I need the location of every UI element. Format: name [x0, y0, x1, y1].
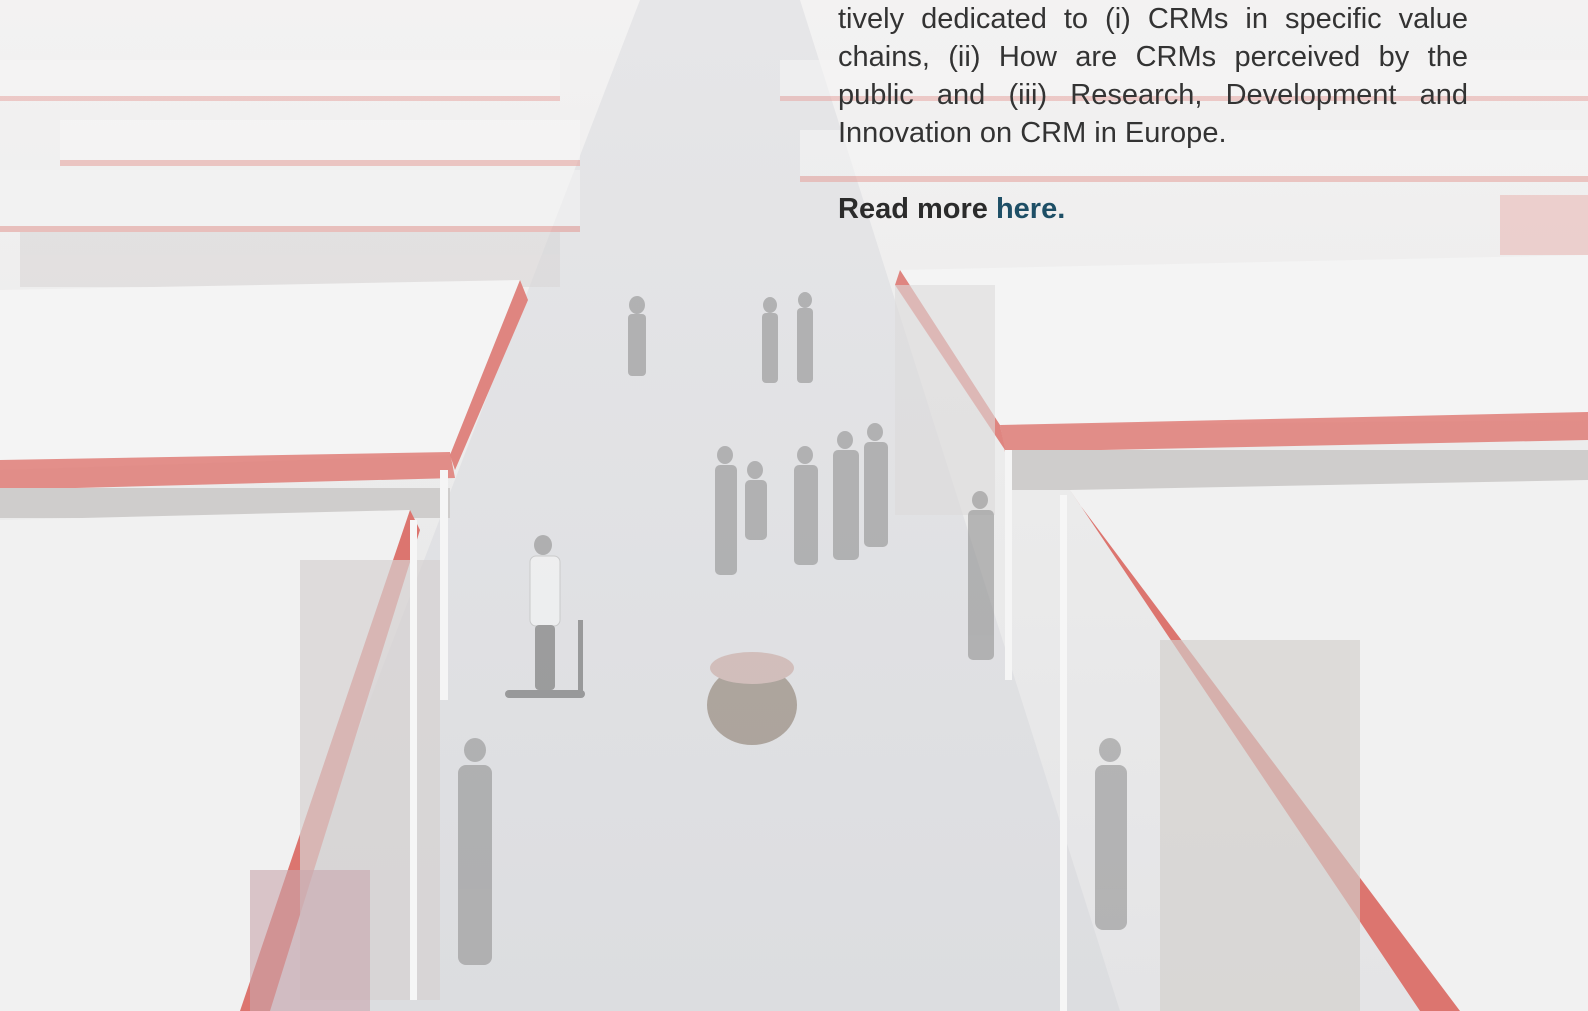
read-more-link[interactable]: here.: [996, 193, 1065, 225]
read-more-label: Read more: [838, 193, 988, 225]
article-text: tively dedicated to (i) CRMs in specific…: [838, 0, 1468, 228]
body-paragraph: tively dedicated to (i) CRMs in specific…: [838, 3, 1468, 149]
document-page: tively dedicated to (i) CRMs in specific…: [0, 0, 1588, 1011]
read-more-line: Read more here.: [838, 190, 1468, 228]
